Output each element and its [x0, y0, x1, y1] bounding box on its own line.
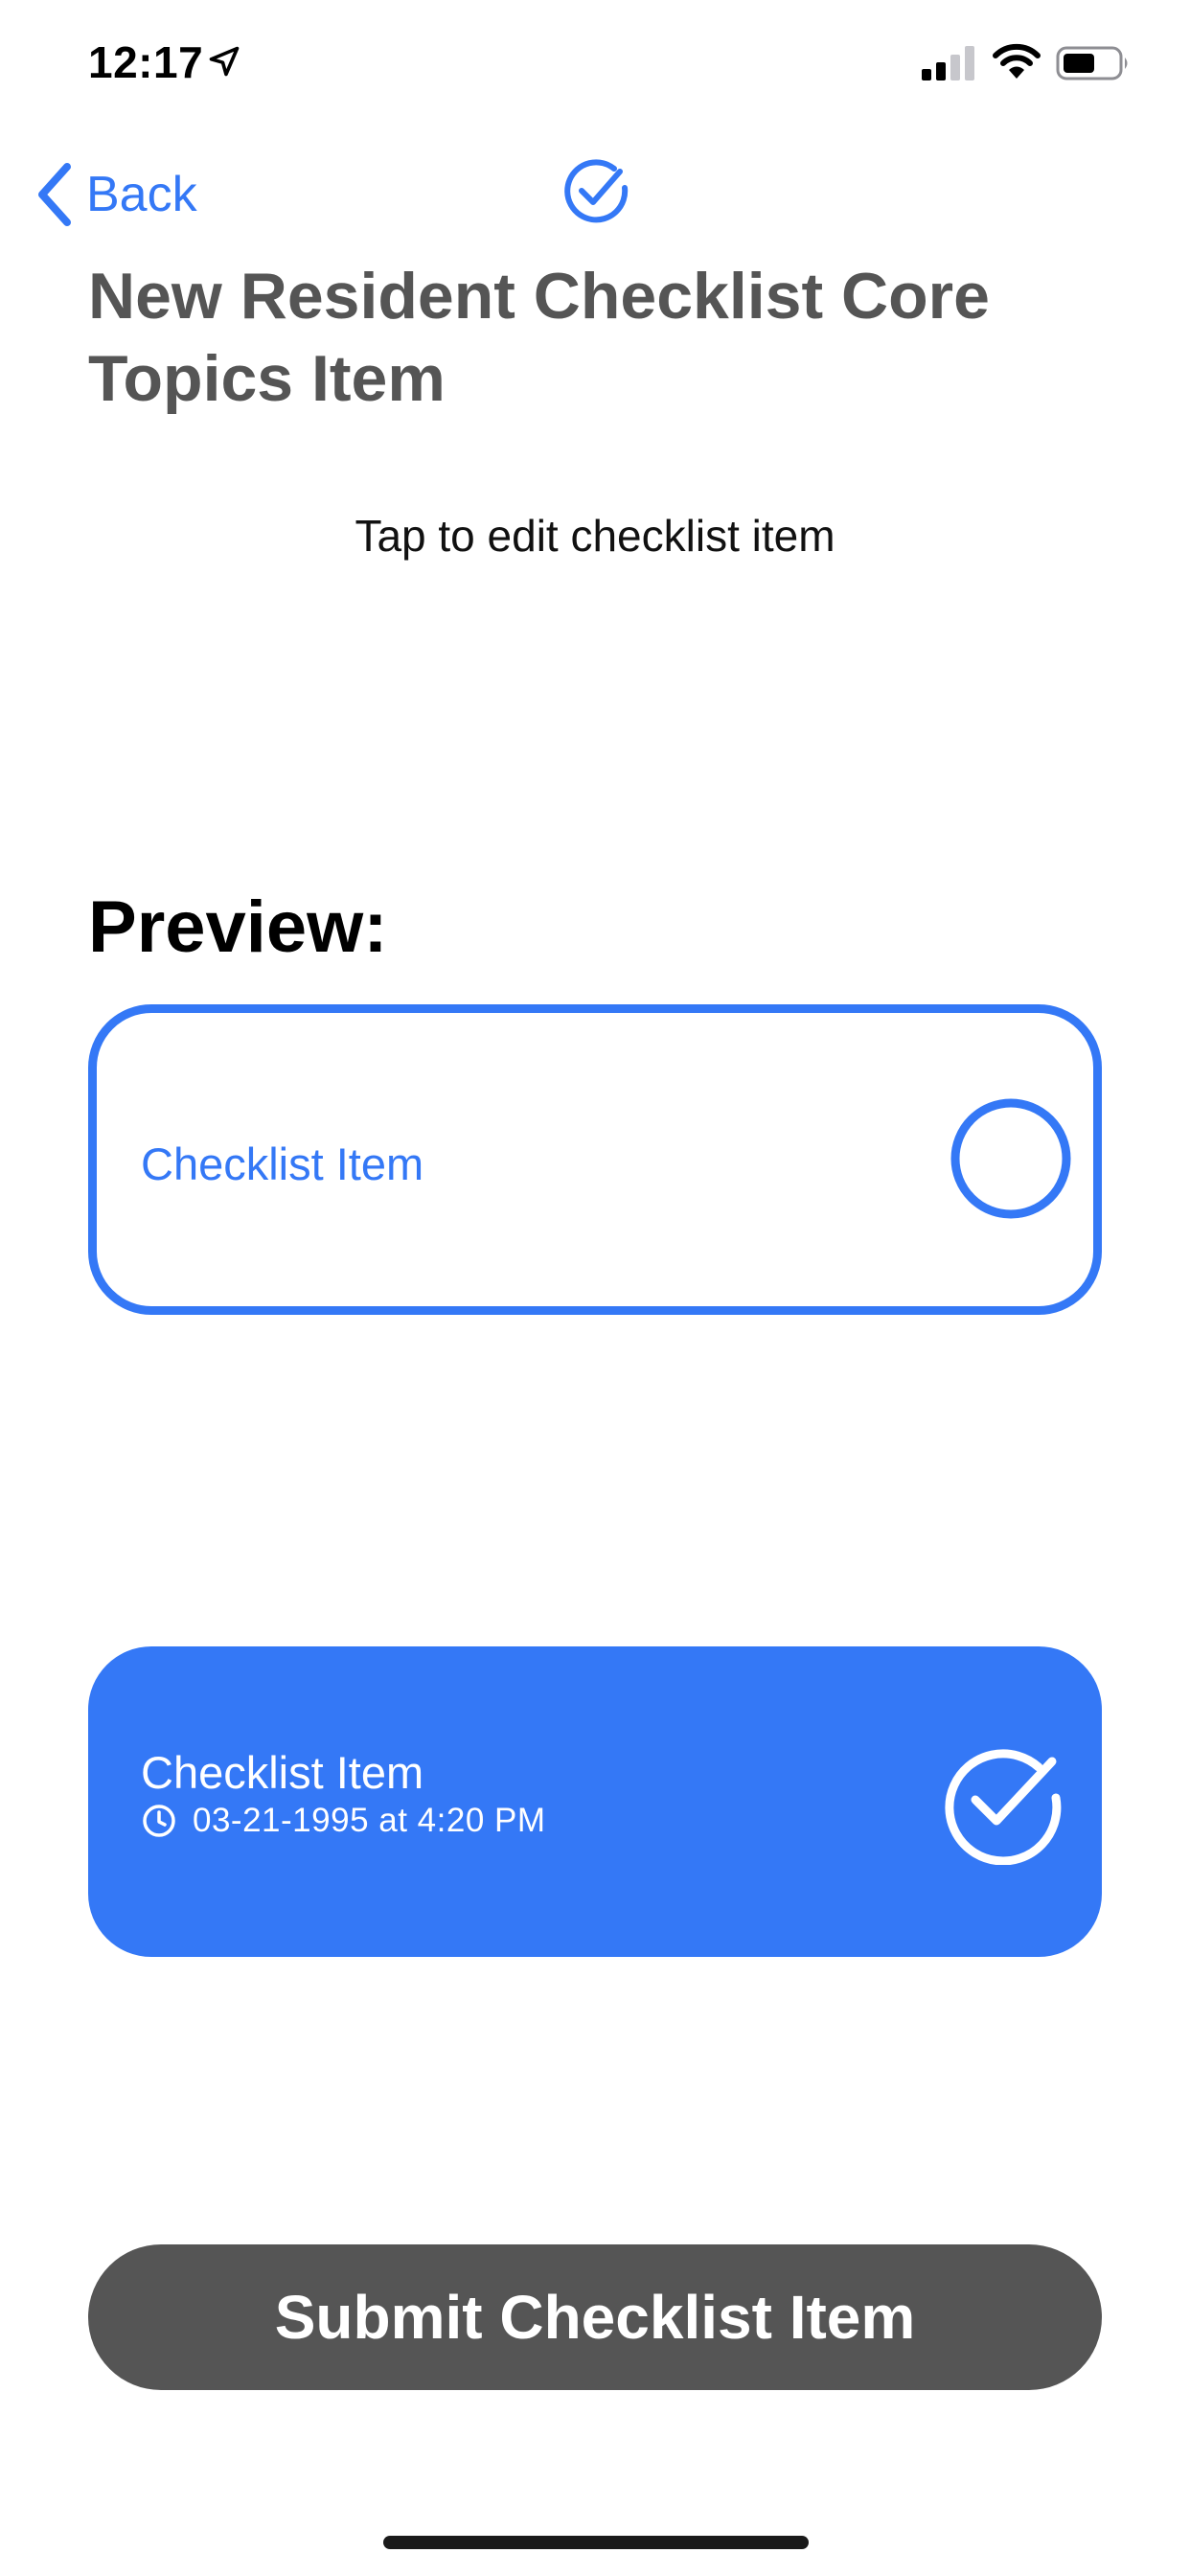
- checklist-item-label: Checklist Item: [141, 1747, 424, 1798]
- checklist-item-label: Checklist Item: [141, 1138, 424, 1189]
- navigation-bar: Back: [0, 144, 1190, 240]
- cellular-signal-icon: [922, 46, 974, 80]
- timestamp-row: 03-21-1995 at 4:20 PM: [141, 1802, 546, 1840]
- back-label: Back: [86, 167, 197, 222]
- status-time: 12:17: [88, 37, 204, 87]
- checked-item-preview-card[interactable]: Checklist Item 03-21-1995 at 4:20 PM: [88, 1646, 1102, 1957]
- clock-icon: [143, 1805, 175, 1837]
- wifi-icon: [993, 43, 1041, 79]
- status-bar: 12:17: [0, 0, 1190, 126]
- back-button[interactable]: Back: [34, 161, 197, 228]
- preview-heading: Preview:: [88, 886, 388, 968]
- page-title: New Resident Checklist Core Topics Item: [88, 260, 990, 415]
- empty-circle-icon[interactable]: [948, 1095, 1074, 1222]
- unchecked-item-preview-card[interactable]: Checklist Item: [88, 1004, 1102, 1315]
- battery-icon: [1056, 46, 1128, 80]
- checkmark-circle-icon: [564, 159, 629, 223]
- checkmark-circle-icon[interactable]: [939, 1738, 1065, 1865]
- edit-checklist-item-prompt[interactable]: Tap to edit checklist item: [0, 510, 1190, 562]
- home-indicator[interactable]: [383, 2536, 809, 2549]
- location-arrow-icon: [209, 46, 240, 77]
- chevron-left-icon: [38, 163, 71, 226]
- completion-timestamp: 03-21-1995 at 4:20 PM: [193, 1802, 546, 1839]
- submit-checklist-item-button[interactable]: Submit Checklist Item: [88, 2244, 1102, 2390]
